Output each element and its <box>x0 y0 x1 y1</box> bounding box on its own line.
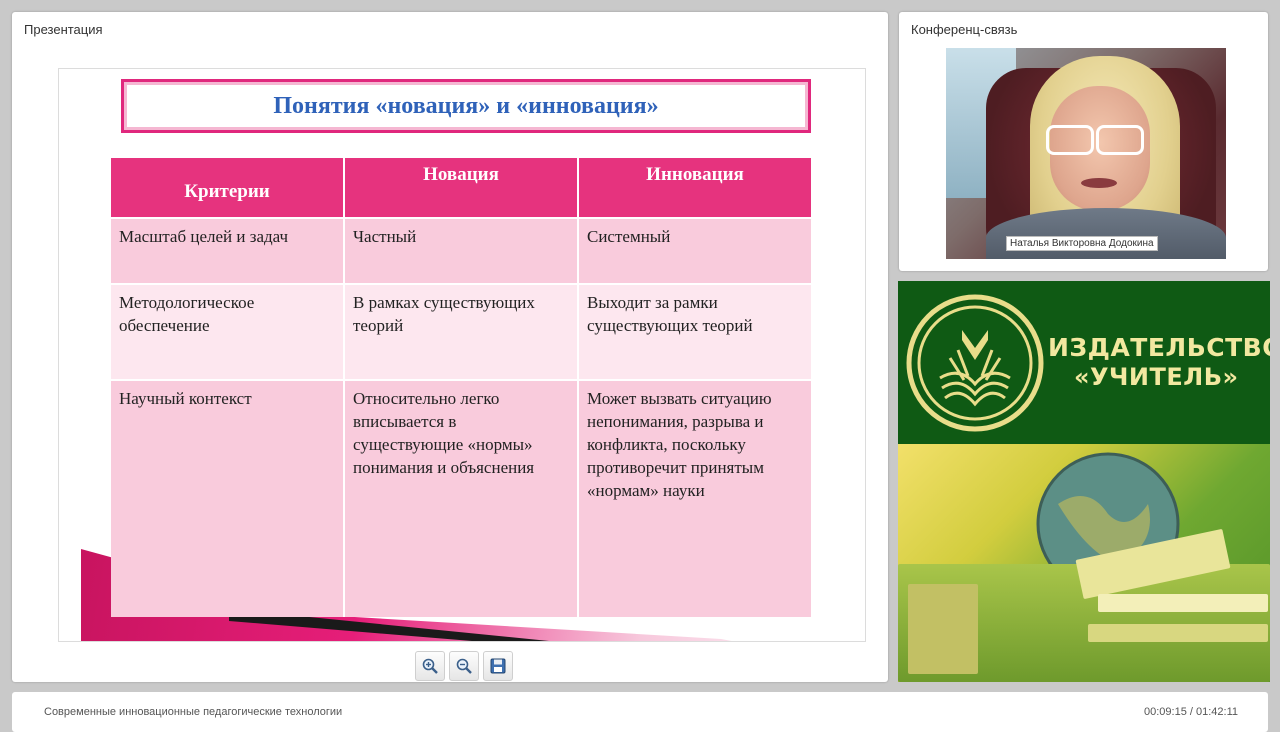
criteria-table: Критерии Новация Инновация Масштаб целей… <box>111 158 811 617</box>
zoom-in-icon <box>422 658 438 674</box>
conference-panel-title: Конференц-связь <box>911 22 1018 37</box>
floppy-disk-icon <box>490 658 506 674</box>
publisher-logo-icon <box>906 294 1044 432</box>
table-cell: В рамках существующих теорий <box>344 283 579 380</box>
participant-video[interactable]: Наталья Викторовна Додокина <box>946 48 1226 259</box>
book <box>1088 624 1268 642</box>
publisher-banner[interactable]: ИЗДАТЕЛЬСТВО «УЧИТЕЛЬ» <box>898 281 1270 444</box>
publisher-name-line2: «УЧИТЕЛЬ» <box>1074 363 1239 391</box>
video-person-body <box>986 208 1226 259</box>
table-cell: Частный <box>344 217 579 284</box>
slide-toolbar <box>415 651 513 681</box>
book <box>908 584 978 674</box>
table-cell: Научный контекст <box>111 379 345 617</box>
zoom-out-button[interactable] <box>449 651 479 681</box>
zoom-in-button[interactable] <box>415 651 445 681</box>
zoom-out-icon <box>456 658 472 674</box>
table-cell: Масштаб целей и задач <box>111 217 345 284</box>
slide-title-text: Понятия «новация» и «инновация» <box>273 92 659 119</box>
table-cell: Методологическое обеспечение <box>111 283 345 380</box>
conference-panel: Конференц-связь Наталья Викторовна Додок… <box>899 12 1268 271</box>
presentation-panel: Презентация Понятия «новация» и «инновац… <box>12 12 888 682</box>
table-cell: Выходит за рамки существующих теорий <box>578 283 811 380</box>
table-header-innovation: Инновация <box>578 158 811 218</box>
footer-bar: Современные инновационные педагогические… <box>12 692 1268 732</box>
table-row: Масштаб целей и задач Частный Системный <box>111 217 811 284</box>
table-header-criteria: Критерии <box>111 158 345 218</box>
playback-time: 00:09:15 / 01:42:11 <box>1144 706 1238 718</box>
publisher-name-line1: ИЗДАТЕЛЬСТВО <box>1048 333 1270 362</box>
video-person-mouth <box>1081 178 1117 188</box>
save-button[interactable] <box>483 651 513 681</box>
video-glasses <box>1046 125 1094 155</box>
participant-name-tag: Наталья Викторовна Додокина <box>1006 236 1158 251</box>
table-header-row: Критерии Новация Инновация <box>111 158 811 218</box>
table-row: Методологическое обеспечение В рамках су… <box>111 283 811 380</box>
publisher-banner-image <box>898 444 1270 682</box>
table-cell: Может вызвать ситуацию непонимания, разр… <box>578 379 811 617</box>
slide-title: Понятия «новация» и «инновация» <box>121 79 811 133</box>
table-header-novation: Новация <box>344 158 579 218</box>
slide: Понятия «новация» и «инновация» Критерии… <box>58 68 866 642</box>
table-cell: Системный <box>578 217 811 284</box>
book <box>1098 594 1268 612</box>
video-glasses <box>1096 125 1144 155</box>
presentation-panel-title: Презентация <box>24 22 103 37</box>
course-title: Современные инновационные педагогические… <box>44 706 343 718</box>
table-cell: Относительно легко вписывается в существ… <box>344 379 579 617</box>
table-row: Научный контекст Относительно легко впис… <box>111 379 811 617</box>
